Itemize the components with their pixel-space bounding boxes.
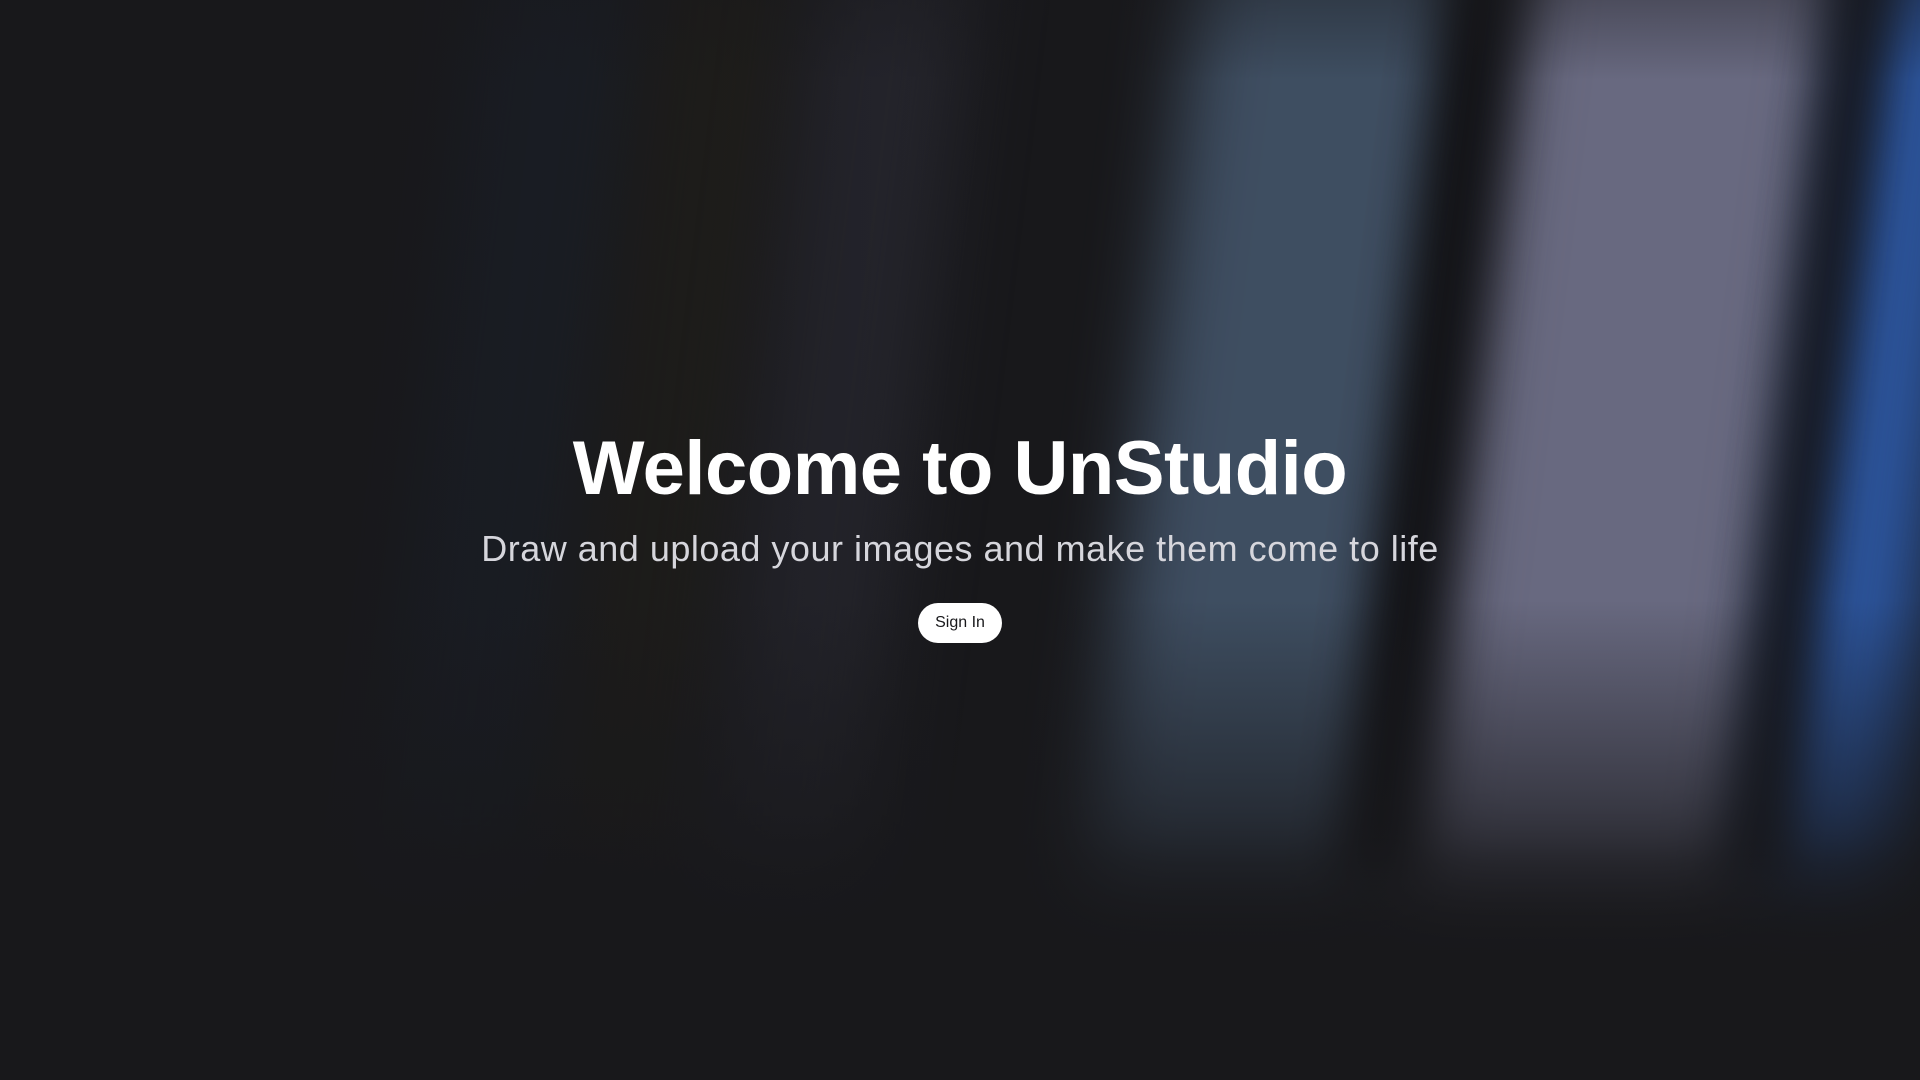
hero-section: Welcome to UnStudio Draw and upload your… — [0, 0, 1920, 1080]
landing-page: Welcome to UnStudio Draw and upload your… — [0, 0, 1920, 1080]
page-title: Welcome to UnStudio — [572, 426, 1348, 511]
sign-in-button[interactable]: Sign In — [918, 603, 1002, 643]
page-subtitle: Draw and upload your images and make the… — [481, 528, 1439, 569]
